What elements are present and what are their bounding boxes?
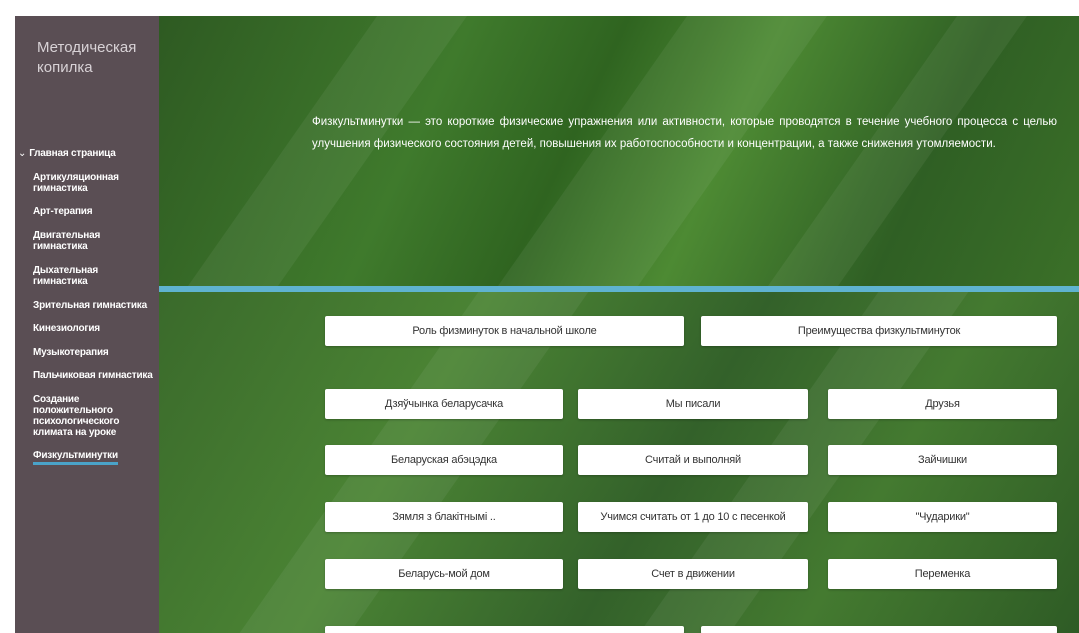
grid-button-zaychishki[interactable]: Зайчишки <box>828 445 1057 475</box>
site-title[interactable]: Методическая копилка <box>37 38 155 78</box>
sidebar: Методическая копилка ⌄ Главная страница А… <box>15 16 159 633</box>
sidebar-item-art-therapy[interactable]: Арт-терапия <box>15 206 159 217</box>
sidebar-item-label: Физкультминутки <box>33 450 118 465</box>
sidebar-item-label: Пальчиковая гимнастика <box>33 370 153 381</box>
sidebar-item-visual[interactable]: Зрительная гимнастика <box>15 300 159 311</box>
chevron-down-icon: ⌄ <box>18 148 27 159</box>
grid-button-belarus[interactable]: Беларусь-мой дом <box>325 559 563 589</box>
main-content: Физкультминутки — это короткие физически… <box>159 16 1079 633</box>
sidebar-item-label: Создание положительного психологического… <box>33 394 120 438</box>
sidebar-item-label: Главная страница <box>29 148 116 159</box>
sidebar-item-label: Музыкотерапия <box>33 347 109 358</box>
grid-button-schitay[interactable]: Считай и выполняй <box>578 445 808 475</box>
hero-section: Физкультминутки — это короткие физически… <box>159 16 1079 316</box>
partial-button[interactable] <box>701 626 1057 633</box>
grid-button-chudariki[interactable]: "Чударики" <box>828 502 1057 532</box>
sidebar-item-label: Зрительная гимнастика <box>33 300 147 311</box>
sidebar-item-fizminutki[interactable]: Физкультминутки <box>15 450 159 465</box>
sidebar-item-label: Кинезиология <box>33 323 100 334</box>
sidebar-item-label: Дыхательная гимнастика <box>33 265 98 287</box>
grid-button-ziamlia[interactable]: Зямля з блакітнымі .. <box>325 502 563 532</box>
grid-button-abecedka[interactable]: Беларуская абэцэдка <box>325 445 563 475</box>
intro-text: Физкультминутки — это короткие физически… <box>312 116 1057 150</box>
sidebar-item-music-therapy[interactable]: Музыкотерапия <box>15 347 159 358</box>
buttons-section: Роль физминуток в начальной школе Преиму… <box>159 292 1079 633</box>
sidebar-nav: ⌄ Главная страница Артикуляционная гимнас… <box>15 148 159 465</box>
sidebar-item-label: Артикуляционная гимнастика <box>33 172 119 194</box>
role-fizminutok-button[interactable]: Роль физминуток в начальной школе <box>325 316 684 346</box>
sidebar-item-climate[interactable]: Создание положительного психологического… <box>15 394 159 438</box>
grid-button-dziauchynka[interactable]: Дзяўчынка беларусачка <box>325 389 563 419</box>
sidebar-item-label: Арт-терапия <box>33 206 93 217</box>
sidebar-item-breathing[interactable]: Дыхательная гимнастика <box>15 265 159 287</box>
grid-button-schet[interactable]: Счет в движении <box>578 559 808 589</box>
partial-button[interactable] <box>325 626 684 633</box>
grid-button-uchimsya[interactable]: Учимся считать от 1 до 10 с песенкой <box>578 502 808 532</box>
grid-button-peremenka[interactable]: Переменка <box>828 559 1057 589</box>
sidebar-item-finger[interactable]: Пальчиковая гимнастика <box>15 370 159 381</box>
background-streak <box>166 16 482 316</box>
advantages-button[interactable]: Преимущества физкультминуток <box>701 316 1057 346</box>
sidebar-item-home[interactable]: ⌄ Главная страница <box>15 148 159 159</box>
grid-button-druzya[interactable]: Друзья <box>828 389 1057 419</box>
page-frame: Методическая копилка ⌄ Главная страница А… <box>0 0 1079 633</box>
sidebar-item-label: Двигательная гимнастика <box>33 230 101 252</box>
sidebar-item-kinesiology[interactable]: Кинезиология <box>15 323 159 334</box>
sidebar-item-motor[interactable]: Двигательная гимнастика <box>15 230 159 252</box>
sidebar-item-articulation[interactable]: Артикуляционная гимнастика <box>15 172 159 194</box>
grid-button-my-pisali[interactable]: Мы писали <box>578 389 808 419</box>
